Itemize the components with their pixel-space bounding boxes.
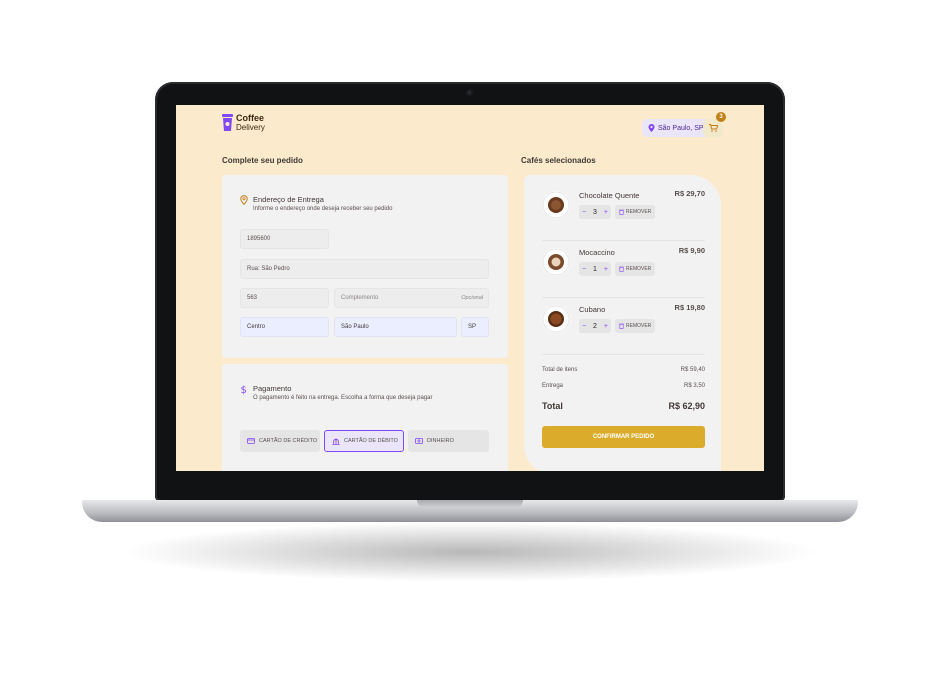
item-price: R$ 19,80 — [674, 303, 705, 312]
payment-title: Pagamento — [253, 384, 292, 393]
trash-icon — [619, 323, 624, 329]
location-text: São Paulo, SP — [658, 124, 704, 132]
logo[interactable]: Coffee Delivery — [222, 114, 265, 132]
cart-icon — [708, 124, 718, 132]
coffee-cup-image — [542, 248, 570, 276]
svg-text:$: $ — [241, 385, 247, 395]
increase-button[interactable]: + — [604, 323, 608, 330]
delivery-row: Entrega R$ 3,50 — [542, 383, 705, 389]
district-field[interactable]: Centro — [240, 317, 329, 337]
screen: Coffee Delivery São Paulo, SP 3 Complete… — [176, 105, 764, 471]
quantity-value: 3 — [593, 208, 597, 216]
decrease-button[interactable]: − — [582, 323, 586, 330]
map-pin-outline-icon — [240, 195, 248, 205]
quantity-stepper: − 2 + — [579, 319, 611, 333]
order-summary-card: Chocolate Quente R$ 29,70 − 3 + REMOVER … — [524, 175, 721, 471]
grand-total-row: Total R$ 62,90 — [542, 401, 705, 411]
remove-button[interactable]: REMOVER — [615, 262, 656, 276]
dollar-icon: $ — [241, 385, 247, 395]
trash-icon — [619, 266, 624, 272]
item-price: R$ 9,90 — [678, 246, 705, 255]
laptop-base — [82, 500, 858, 522]
street-field[interactable]: Rua: São Pedro — [240, 259, 489, 279]
total-value: R$ 62,90 — [668, 401, 705, 411]
location-badge[interactable]: São Paulo, SP — [642, 119, 710, 137]
item-name: Chocolate Quente — [579, 191, 640, 200]
item-price: R$ 29,70 — [674, 189, 705, 198]
logo-title: Coffee — [236, 113, 265, 123]
cep-field[interactable]: 1895600 — [240, 229, 329, 249]
payment-subtitle: O pagamento é feito na entrega. Escolha … — [253, 395, 433, 401]
cart-count-badge: 3 — [716, 112, 726, 122]
laptop-lid: Coffee Delivery São Paulo, SP 3 Complete… — [155, 82, 785, 502]
items-total-row: Total de itens R$ 59,40 — [542, 367, 705, 373]
trash-icon — [619, 209, 624, 215]
quantity-value: 2 — [593, 322, 597, 330]
total-label: Total — [542, 401, 563, 411]
address-card: Endereço de Entrega Informe o endereço o… — [222, 175, 508, 358]
money-icon — [415, 438, 423, 444]
uf-field[interactable]: SP — [461, 317, 489, 337]
cart-item: Mocaccino R$ 9,90 − 1 + REMOVER — [542, 240, 705, 290]
coffee-cup-image — [542, 191, 570, 219]
optional-label: Opcional — [461, 295, 483, 301]
quantity-value: 1 — [593, 265, 597, 273]
webcam — [466, 89, 473, 96]
decrease-button[interactable]: − — [582, 209, 586, 216]
payment-credit-button[interactable]: CARTÃO DE CRÉDITO — [240, 430, 320, 452]
payment-debit-label: CARTÃO DE DÉBITO — [344, 438, 398, 444]
delivery-label: Entrega — [542, 383, 564, 389]
increase-button[interactable]: + — [604, 266, 608, 273]
payment-credit-label: CARTÃO DE CRÉDITO — [259, 438, 318, 444]
complement-field[interactable]: Complemento Opcional — [334, 288, 489, 308]
address-title: Endereço de Entrega — [253, 195, 324, 204]
coffee-cup-icon — [222, 114, 233, 131]
remove-button[interactable]: REMOVER — [615, 205, 656, 219]
laptop-shadow — [120, 522, 820, 582]
logo-subtitle: Delivery — [236, 123, 265, 132]
payment-debit-button[interactable]: CARTÃO DE DÉBITO — [324, 430, 404, 452]
coffee-cup-image — [542, 305, 570, 333]
items-total-label: Total de itens — [542, 367, 578, 373]
item-name: Mocaccino — [579, 248, 615, 257]
quantity-stepper: − 3 + — [579, 205, 611, 219]
checkout-title: Complete seu pedido — [222, 156, 303, 165]
laptop-notch — [417, 500, 523, 508]
summary-title: Cafés selecionados — [521, 156, 596, 165]
decrease-button[interactable]: − — [582, 266, 586, 273]
divider — [542, 354, 705, 355]
delivery-value: R$ 3,50 — [683, 383, 705, 389]
cart-item: Cubano R$ 19,80 − 2 + REMOVER — [542, 297, 705, 347]
payment-card: $ Pagamento O pagamento é feito na entre… — [222, 364, 508, 471]
number-field[interactable]: 563 — [240, 288, 329, 308]
map-pin-icon — [648, 124, 655, 132]
city-field[interactable]: São Paulo — [334, 317, 457, 337]
remove-button[interactable]: REMOVER — [615, 319, 656, 333]
remove-label: REMOVER — [626, 323, 652, 329]
item-name: Cubano — [579, 305, 606, 314]
remove-label: REMOVER — [626, 209, 652, 215]
bank-icon — [332, 438, 340, 445]
cart-item: Chocolate Quente R$ 29,70 − 3 + REMOVER — [542, 183, 705, 233]
confirm-order-button[interactable]: CONFIRMAR PEDIDO — [542, 426, 705, 448]
payment-cash-button[interactable]: DINHEIRO — [408, 430, 489, 452]
credit-card-icon — [247, 438, 255, 444]
quantity-stepper: − 1 + — [579, 262, 611, 276]
payment-cash-label: DINHEIRO — [427, 438, 454, 444]
items-total-value: R$ 59,40 — [680, 367, 705, 373]
increase-button[interactable]: + — [604, 209, 608, 216]
address-subtitle: Informe o endereço onde deseja receber s… — [253, 206, 393, 212]
remove-label: REMOVER — [626, 266, 652, 272]
complement-placeholder: Complemento — [341, 295, 379, 301]
